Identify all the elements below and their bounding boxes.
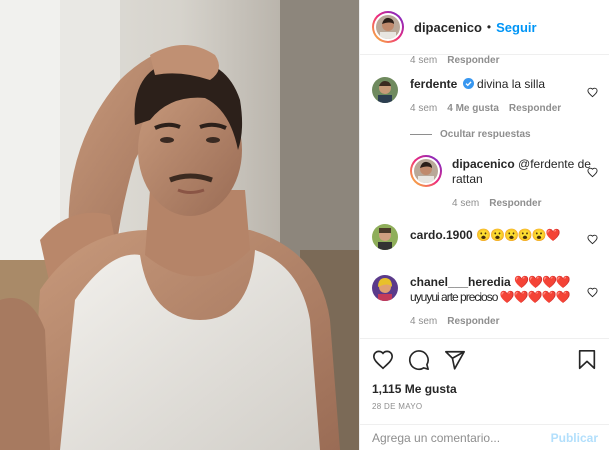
comment-time: 4 sem [410, 316, 438, 327]
publish-button[interactable]: Publicar [551, 431, 598, 445]
comment-likes[interactable]: 4 Me gusta [447, 101, 499, 116]
like-heart-icon[interactable] [372, 349, 394, 371]
post-actions: 1,115 Me gusta 28 DE MAYO [360, 338, 609, 411]
commenter-username[interactable]: chanel___heredia [410, 275, 511, 289]
bookmark-icon[interactable] [576, 349, 598, 371]
header-separator: • [486, 20, 492, 34]
commenter-avatar[interactable] [372, 224, 398, 250]
replies-line [410, 134, 432, 135]
hide-replies-toggle[interactable]: Ocultar respuestas [410, 129, 531, 140]
commenter-avatar[interactable] [414, 159, 438, 183]
post-photo[interactable] [0, 0, 359, 450]
action-icons [372, 347, 598, 373]
commenter-avatar-ring[interactable] [410, 155, 442, 187]
commenter-username[interactable]: ferdente [410, 77, 457, 91]
post-side-panel: dipacenico • Seguir 4 sem Responder ferd… [359, 0, 609, 450]
comment-time: 4 sem [452, 198, 480, 209]
author-avatar-ring[interactable] [372, 11, 404, 43]
comment-item: cardo.1900 😮😮😮😮😮❤️ [372, 224, 598, 250]
likes-count[interactable]: 1,115 Me gusta [372, 382, 598, 396]
commenter-username[interactable]: dipacenico [452, 157, 515, 171]
add-comment-bar: Publicar [360, 424, 609, 450]
comment-meta-partial: 4 sem Responder [410, 55, 609, 66]
post-image [0, 0, 359, 450]
comment-input[interactable] [372, 430, 551, 445]
commenter-avatar[interactable] [372, 77, 398, 103]
comment-text: 😮😮😮😮😮❤️ [476, 228, 561, 242]
comments-list[interactable]: 4 sem Responder ferdente divina la silla… [360, 55, 609, 338]
commenter-avatar[interactable] [372, 275, 398, 301]
hide-replies-label[interactable]: Ocultar respuestas [440, 129, 531, 140]
post-date[interactable]: 28 DE MAYO [372, 402, 598, 411]
heart-icon[interactable] [587, 167, 598, 178]
share-icon[interactable] [444, 349, 466, 371]
verified-icon [462, 78, 474, 89]
follow-button[interactable]: Seguir [496, 20, 536, 35]
author-username[interactable]: dipacenico [414, 20, 482, 35]
comment-text: divina la silla [477, 77, 546, 91]
author-avatar[interactable] [376, 15, 400, 39]
comment-item: chanel___heredia ❤️❤️❤️❤️ uyuyui arte pr… [372, 275, 598, 329]
comment-icon[interactable] [408, 349, 430, 371]
heart-icon[interactable] [587, 287, 598, 298]
comment-time: 4 sem [410, 55, 438, 66]
heart-icon[interactable] [587, 234, 598, 245]
reply-link[interactable]: Responder [447, 55, 499, 66]
commenter-username[interactable]: cardo.1900 [410, 228, 473, 242]
comment-time: 4 sem [410, 103, 438, 114]
heart-icon[interactable] [587, 87, 598, 98]
reply-link[interactable]: Responder [509, 101, 561, 116]
post-header: dipacenico • Seguir [360, 0, 609, 55]
comment-item: ferdente divina la silla 4 sem 4 Me gust… [372, 77, 598, 116]
reply-item: dipacenico @ferdente de rattan 4 sem Res… [410, 155, 598, 211]
reply-link[interactable]: Responder [447, 314, 499, 329]
reply-link[interactable]: Responder [489, 196, 541, 211]
